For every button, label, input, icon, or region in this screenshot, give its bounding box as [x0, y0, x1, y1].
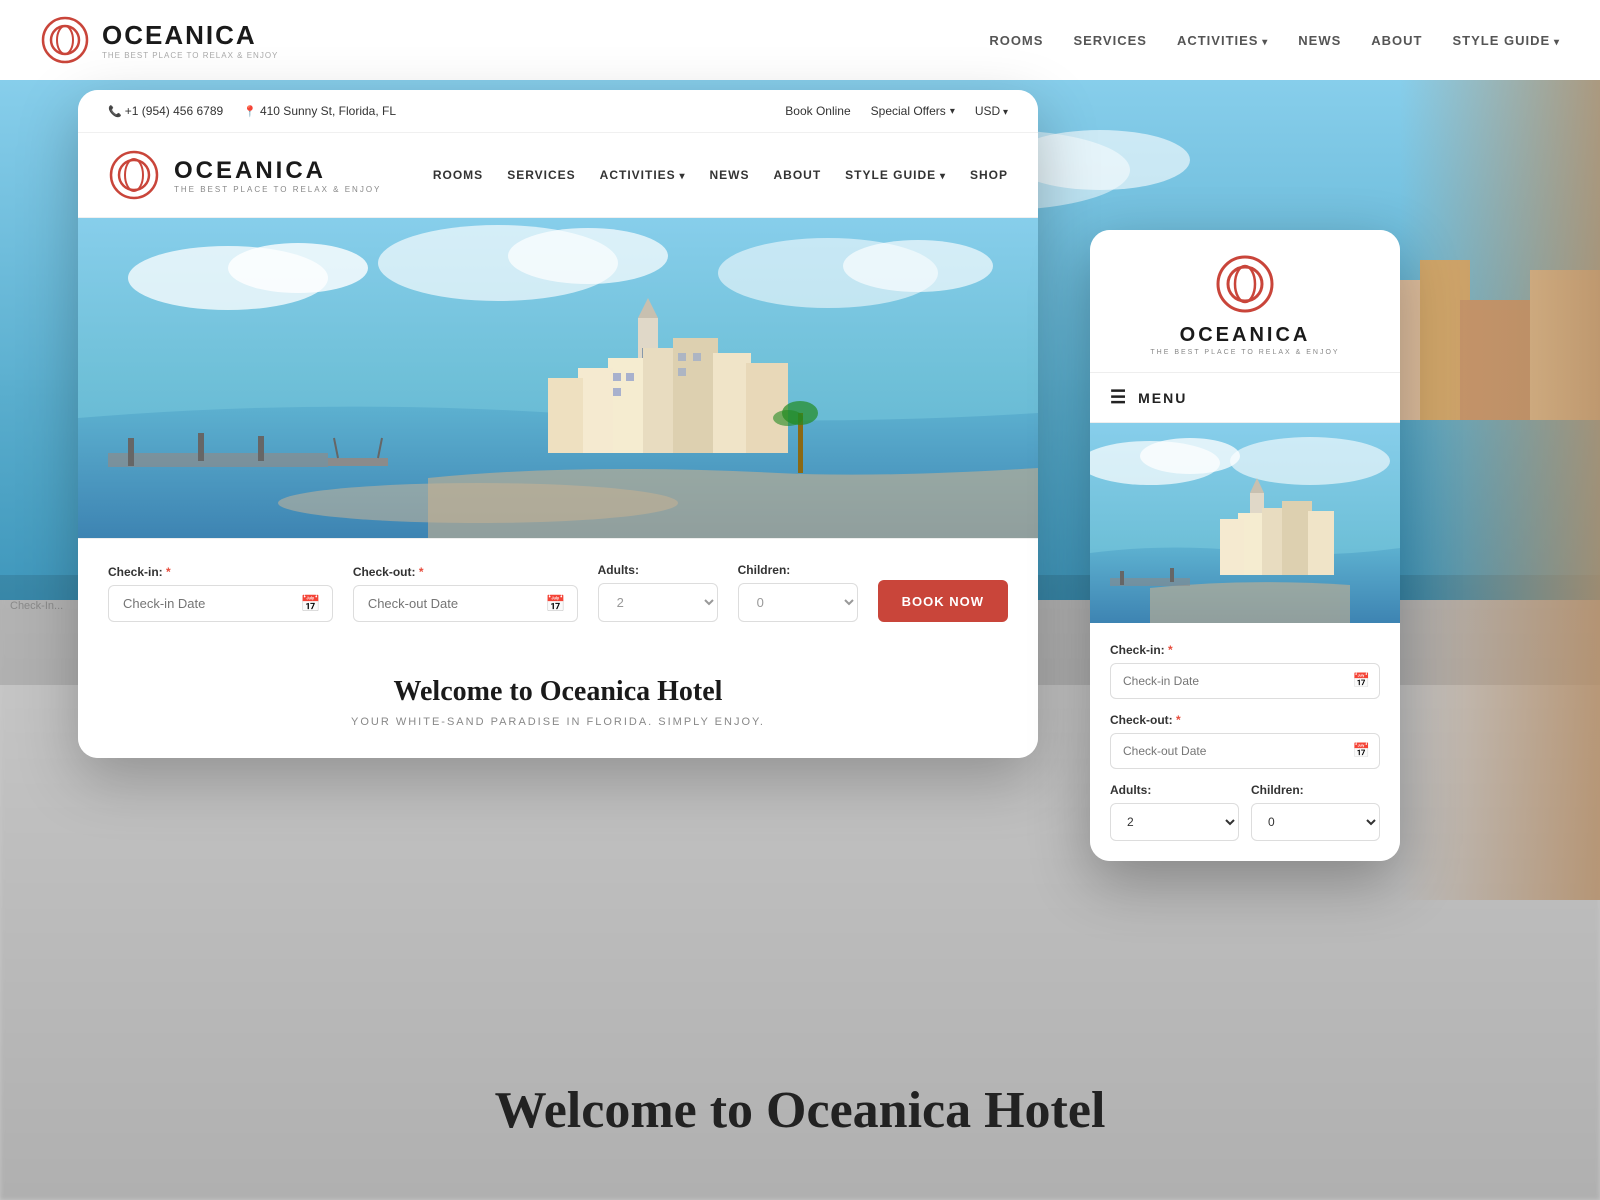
checkin-field: Check-in: * 📅 — [108, 565, 333, 622]
bg-nav-style-guide[interactable]: STYLE GUIDE — [1453, 33, 1561, 48]
checkin-input-wrapper: 📅 — [108, 585, 333, 622]
desktop-welcome-section: Welcome to Oceanica Hotel YOUR WHITE-SAN… — [78, 646, 1038, 758]
nav-style-guide[interactable]: STYLE GUIDE — [845, 168, 946, 182]
mobile-children-select[interactable]: 0 1 2 3 4 — [1251, 803, 1380, 841]
bg-nav-news[interactable]: NEWS — [1298, 33, 1341, 48]
desktop-card: +1 (954) 456 6789 410 Sunny St, Florida,… — [78, 90, 1038, 758]
topbar-right: Book Online Special Offers USD — [785, 104, 1008, 118]
checkout-label: Check-out: * — [353, 565, 578, 579]
mobile-checkin-label: Check-in: * — [1110, 643, 1380, 657]
mobile-children-field: Children: 0 1 2 3 4 — [1251, 783, 1380, 841]
bg-nav-activities[interactable]: ACTIVITIES — [1177, 33, 1268, 48]
right-edge-overlay — [1400, 80, 1600, 900]
mobile-children-label: Children: — [1251, 783, 1380, 797]
nav-services[interactable]: SERVICES — [507, 168, 575, 182]
desktop-header: OCEANICA THE BEST PLACE TO RELAX & ENJOY… — [78, 133, 1038, 218]
book-now-button[interactable]: BOOK NOW — [878, 580, 1008, 622]
bg-brand-name: OCEANICA — [102, 20, 278, 51]
checkin-label: Check-in: * — [108, 565, 333, 579]
mobile-checkout-input[interactable] — [1110, 733, 1380, 769]
special-offers-link[interactable]: Special Offers — [871, 104, 955, 118]
children-label: Children: — [738, 563, 858, 577]
checkout-input-wrapper: 📅 — [353, 585, 578, 622]
address: 410 Sunny St, Florida, FL — [243, 104, 396, 118]
phone-number: +1 (954) 456 6789 — [108, 104, 223, 118]
children-select[interactable]: 0 1 2 3 4 — [738, 583, 858, 622]
checkout-required: * — [415, 565, 423, 579]
mobile-hero-image — [1090, 423, 1400, 623]
adults-label: Adults: — [598, 563, 718, 577]
desktop-booking-form: Check-in: * 📅 Check-out: * 📅 Adults: 1 2… — [78, 538, 1038, 646]
adults-select[interactable]: 1 2 3 4 5 — [598, 583, 718, 622]
currency-selector[interactable]: USD — [975, 104, 1008, 118]
brand-name: OCEANICA — [174, 157, 381, 185]
logo-icon — [108, 149, 160, 201]
checkin-required: * — [163, 565, 171, 579]
welcome-subtitle: YOUR WHITE-SAND PARADISE IN FLORIDA. SIM… — [108, 716, 1008, 728]
desktop-nav: ROOMS SERVICES ACTIVITIES NEWS ABOUT STY… — [433, 168, 1008, 182]
checkout-input[interactable] — [353, 585, 578, 622]
menu-label: MENU — [1138, 390, 1187, 406]
mobile-checkout-field: Check-out: * 📅 — [1110, 713, 1380, 769]
nav-activities[interactable]: ACTIVITIES — [600, 168, 686, 182]
brand-tagline: THE BEST PLACE TO RELAX & ENJOY — [174, 185, 381, 194]
bg-logo: OCEANICA THE BEST PLACE TO RELAX & ENJOY — [40, 15, 278, 65]
mobile-brand-tagline: THE BEST PLACE TO RELAX & ENJOY — [1150, 349, 1339, 356]
mobile-adults-select[interactable]: 1 2 3 4 5 — [1110, 803, 1239, 841]
nav-news[interactable]: NEWS — [709, 168, 749, 182]
mobile-checkin-wrapper: 📅 — [1110, 663, 1380, 699]
mobile-booking-form: Check-in: * 📅 Check-out: * 📅 Adults: 1 2 — [1090, 623, 1400, 861]
bg-brand-tagline: THE BEST PLACE TO RELAX & ENJOY — [102, 51, 278, 60]
bg-nav-bar: OCEANICA THE BEST PLACE TO RELAX & ENJOY… — [0, 0, 1600, 80]
mobile-adults-label: Adults: — [1110, 783, 1239, 797]
mobile-adults-field: Adults: 1 2 3 4 5 — [1110, 783, 1239, 841]
bg-footer-title: Welcome to Oceanica Hotel — [0, 1081, 1600, 1140]
mobile-menu-bar[interactable]: ☰ MENU — [1090, 372, 1400, 423]
mobile-checkout-required: * — [1173, 713, 1181, 727]
mobile-checkout-cal-icon: 📅 — [1353, 743, 1370, 760]
desktop-logo: OCEANICA THE BEST PLACE TO RELAX & ENJOY — [108, 149, 381, 201]
mobile-checkin-field: Check-in: * 📅 — [1110, 643, 1380, 699]
mobile-header: OCEANICA THE BEST PLACE TO RELAX & ENJOY — [1090, 230, 1400, 372]
nav-about[interactable]: ABOUT — [773, 168, 821, 182]
checkout-field: Check-out: * 📅 — [353, 565, 578, 622]
desktop-topbar: +1 (954) 456 6789 410 Sunny St, Florida,… — [78, 90, 1038, 133]
bg-nav-rooms[interactable]: ROOMS — [989, 33, 1043, 48]
mobile-checkout-label: Check-out: * — [1110, 713, 1380, 727]
mobile-logo-icon — [1215, 254, 1275, 314]
nav-rooms[interactable]: ROOMS — [433, 168, 483, 182]
hamburger-icon: ☰ — [1110, 387, 1128, 408]
mobile-checkin-cal-icon: 📅 — [1353, 673, 1370, 690]
mobile-checkin-input[interactable] — [1110, 663, 1380, 699]
adults-field: Adults: 1 2 3 4 5 — [598, 563, 718, 622]
mobile-brand-name: OCEANICA — [1180, 324, 1311, 347]
bg-nav-services[interactable]: SERVICES — [1073, 33, 1147, 48]
bg-nav-links: ROOMS SERVICES ACTIVITIES NEWS ABOUT STY… — [989, 33, 1560, 48]
book-online-link[interactable]: Book Online — [785, 104, 850, 118]
welcome-title: Welcome to Oceanica Hotel — [108, 676, 1008, 708]
mobile-checkout-wrapper: 📅 — [1110, 733, 1380, 769]
nav-shop[interactable]: SHOP — [970, 168, 1008, 182]
contact-info: +1 (954) 456 6789 410 Sunny St, Florida,… — [108, 104, 396, 118]
bg-nav-about[interactable]: ABOUT — [1371, 33, 1422, 48]
children-field: Children: 0 1 2 3 4 — [738, 563, 858, 622]
desktop-hero-image — [78, 218, 1038, 538]
mobile-card: OCEANICA THE BEST PLACE TO RELAX & ENJOY… — [1090, 230, 1400, 861]
mobile-checkin-required: * — [1165, 643, 1173, 657]
mobile-selects-row: Adults: 1 2 3 4 5 Children: 0 1 2 3 4 — [1110, 783, 1380, 841]
checkin-input[interactable] — [108, 585, 333, 622]
